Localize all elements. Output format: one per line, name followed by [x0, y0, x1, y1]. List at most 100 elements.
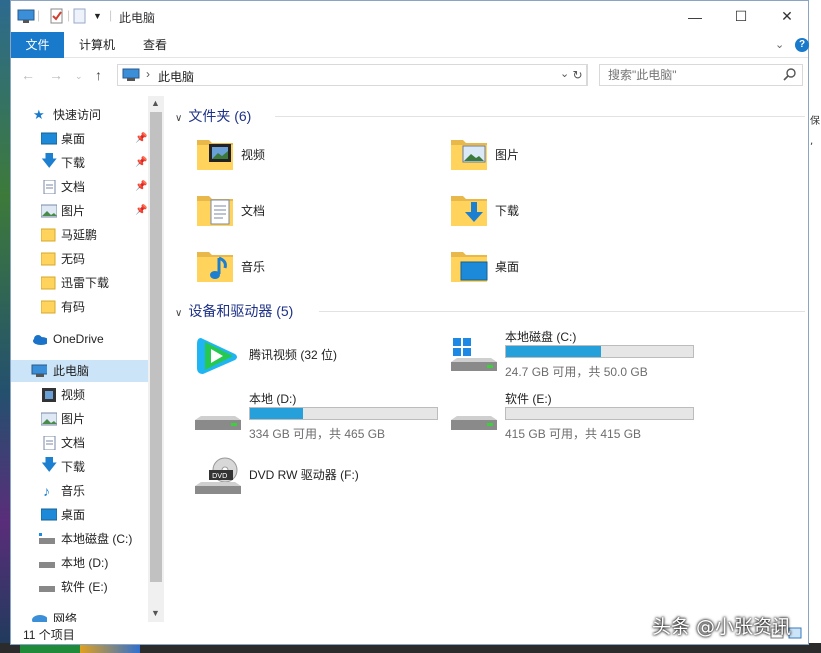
tab-file[interactable]: 文件	[11, 32, 64, 58]
sidebar-item-label: 无码	[61, 252, 86, 266]
scrollbar-thumb[interactable]	[150, 112, 162, 582]
search-icon[interactable]	[783, 67, 797, 81]
folder-pictures[interactable]: 图片	[449, 130, 689, 178]
sidebar-item-onedrive[interactable]: OneDrive	[11, 328, 148, 350]
watermark-text: 头条 @小张资讯	[652, 616, 792, 638]
maximize-button[interactable]: ☐	[718, 1, 764, 32]
document-icon	[43, 436, 56, 450]
collapse-chevron-icon[interactable]: ∨	[175, 308, 182, 319]
pin-icon[interactable]: 📌	[135, 152, 147, 174]
sidebar-item-label: 网络	[53, 612, 78, 622]
navigation-pane: ★ 快速访问 桌面 📌 🡇 下载 📌 文档 📌 图片 📌 马延鹏 无码 迅雷下载…	[11, 96, 148, 622]
tencent-video-icon	[197, 338, 237, 374]
drive-e[interactable]: 软件 (E:) 415 GB 可用，共 415 GB	[451, 390, 701, 446]
sidebar-item-drive-c[interactable]: 本地磁盘 (C:)	[11, 528, 148, 550]
breadcrumb-chevron-icon[interactable]: ›	[146, 67, 150, 81]
drive-space-text: 334 GB 可用，共 465 GB	[249, 427, 386, 441]
tab-computer[interactable]: 计算机	[67, 32, 127, 58]
separator: |	[67, 8, 71, 22]
title-bar: | | ▼ | 此电脑 — ☐ ✕	[11, 1, 808, 32]
drive-d[interactable]: 本地 (D:) 334 GB 可用，共 465 GB	[195, 390, 445, 446]
folder-music[interactable]: 音乐	[195, 242, 435, 290]
sidebar-item-folder-wuma[interactable]: 无码	[11, 248, 148, 270]
sidebar-item-music[interactable]: ♪ 音乐	[11, 480, 148, 502]
sidebar-item-downloads[interactable]: 🡇 下载 📌	[11, 152, 148, 174]
folder-label: 视频	[241, 148, 266, 162]
music-icon: ♪	[43, 483, 50, 499]
forward-arrow-icon[interactable]: →	[49, 67, 63, 83]
pin-icon[interactable]: 📌	[135, 176, 147, 198]
device-label: 软件 (E:)	[505, 392, 552, 406]
video-folder-icon	[197, 140, 233, 170]
folder-desktop[interactable]: 桌面	[449, 242, 689, 290]
cloud-icon	[33, 335, 47, 345]
tab-view[interactable]: 查看	[131, 32, 179, 58]
sidebar-item-folder-youma[interactable]: 有码	[11, 296, 148, 318]
navigation-pane-scrollbar[interactable]: ▲ ▼	[148, 96, 164, 622]
folders-group-header[interactable]: ∨ 文件夹 (6)	[175, 106, 251, 126]
drive-usage-bar	[505, 345, 694, 358]
drive-icon	[195, 416, 241, 430]
device-tencent-video[interactable]: 腾讯视频 (32 位)	[195, 330, 445, 386]
help-icon[interactable]: ?	[795, 38, 809, 52]
folder-label: 图片	[495, 148, 520, 162]
collapse-chevron-icon[interactable]: ∨	[175, 113, 182, 124]
sidebar-item-desktop[interactable]: 桌面 📌	[11, 128, 148, 150]
pin-icon[interactable]: 📌	[135, 200, 147, 222]
drive-c[interactable]: 本地磁盘 (C:) 24.7 GB 可用，共 50.0 GB	[451, 328, 701, 384]
address-bar[interactable]: › 此电脑 ⌄	[117, 64, 587, 86]
recent-locations-icon[interactable]: ⌄	[75, 71, 83, 82]
search-input[interactable]	[608, 68, 778, 82]
new-folder-icon[interactable]	[73, 8, 87, 24]
group-divider	[319, 311, 805, 312]
scroll-up-icon[interactable]: ▲	[151, 98, 160, 108]
star-icon: ★	[33, 107, 45, 122]
scroll-down-icon[interactable]: ▼	[151, 608, 160, 618]
properties-icon[interactable]	[49, 8, 65, 24]
close-button[interactable]: ✕	[764, 1, 810, 32]
up-arrow-icon[interactable]: ↑	[95, 67, 102, 83]
drive-f-dvd[interactable]: DVD DVD RW 驱动器 (F:)	[195, 450, 445, 506]
folder-videos[interactable]: 视频	[195, 130, 435, 178]
sidebar-item-downloads-pc[interactable]: 🡇 下载	[11, 456, 148, 478]
sidebar-item-label: 桌面	[61, 508, 86, 522]
sidebar-item-label: 此电脑	[53, 364, 90, 378]
search-box[interactable]	[599, 64, 803, 86]
back-arrow-icon[interactable]: ←	[21, 67, 35, 83]
sidebar-item-documents-pc[interactable]: 文档	[11, 432, 148, 454]
refresh-button[interactable]: ↻	[568, 64, 588, 86]
drive-icon	[39, 533, 55, 544]
customize-quick-access-icon[interactable]: ▼	[93, 11, 102, 27]
sidebar-item-label: 快速访问	[53, 108, 102, 122]
sidebar-item-label: 文档	[61, 180, 86, 194]
sidebar-item-quick-access[interactable]: ★ 快速访问	[11, 104, 148, 126]
network-icon	[32, 615, 47, 622]
sidebar-item-label: 音乐	[61, 484, 86, 498]
sidebar-item-desktop-pc[interactable]: 桌面	[11, 504, 148, 526]
folder-icon	[41, 228, 56, 242]
background-window-glyph: 保	[810, 116, 820, 127]
pin-icon[interactable]: 📌	[135, 128, 147, 150]
sidebar-item-folder-xunlei[interactable]: 迅雷下载	[11, 272, 148, 294]
sidebar-item-network[interactable]: 网络	[11, 608, 148, 622]
desktop-folder-icon	[451, 252, 488, 282]
expand-ribbon-icon[interactable]: ⌄	[775, 38, 784, 51]
folder-icon	[41, 300, 56, 314]
breadcrumb-this-pc[interactable]: 此电脑	[158, 68, 194, 85]
sidebar-item-label: 马延鹏	[61, 228, 98, 242]
sidebar-item-drive-e[interactable]: 软件 (E:)	[11, 576, 148, 598]
sidebar-item-documents[interactable]: 文档 📌	[11, 176, 148, 198]
minimize-button[interactable]: —	[672, 1, 718, 32]
sidebar-item-pictures-pc[interactable]: 图片	[11, 408, 148, 430]
devices-group-header[interactable]: ∨ 设备和驱动器 (5)	[175, 301, 293, 321]
sidebar-item-label: OneDrive	[53, 332, 104, 346]
sidebar-item-this-pc[interactable]: 此电脑	[11, 360, 148, 382]
sidebar-item-drive-d[interactable]: 本地 (D:)	[11, 552, 148, 574]
sidebar-item-videos[interactable]: 视频	[11, 384, 148, 406]
sidebar-item-folder-ma[interactable]: 马延鹏	[11, 224, 148, 246]
folder-downloads[interactable]: 下载	[449, 186, 689, 234]
sidebar-item-pictures[interactable]: 图片 📌	[11, 200, 148, 222]
drive-icon	[39, 586, 55, 592]
folder-documents[interactable]: 文档	[195, 186, 435, 234]
document-folder-icon	[197, 196, 233, 226]
